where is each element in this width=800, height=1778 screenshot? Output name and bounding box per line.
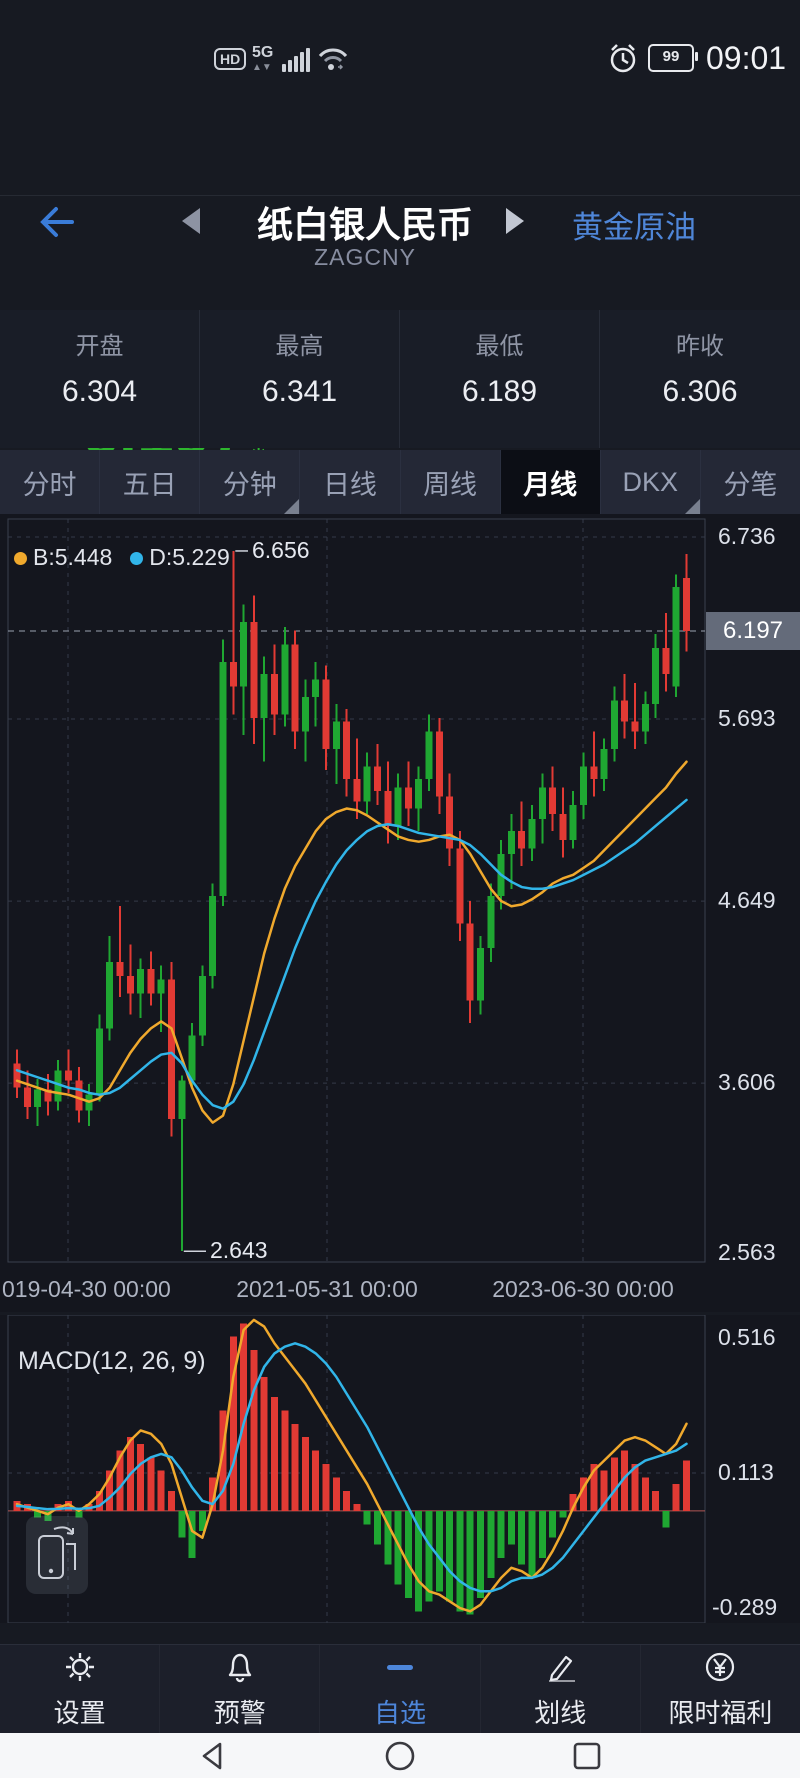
tab-wuri[interactable]: 五日 bbox=[100, 450, 200, 514]
tab-fenzhong[interactable]: 分钟 bbox=[200, 450, 300, 514]
settings-button[interactable]: 设置 bbox=[0, 1645, 160, 1734]
watchlist-button[interactable]: 自选 bbox=[320, 1645, 480, 1734]
gear-icon bbox=[62, 1649, 98, 1685]
app-root: HD 5G ▲▼ 99 09:01 纸白银人民币 黄金原油 ZAGCNY bbox=[0, 0, 800, 1778]
status-time: 09:01 bbox=[706, 40, 786, 77]
network-type-label: 5G bbox=[252, 44, 273, 62]
x-axis-date: 2023-06-30 00:00 bbox=[488, 1276, 678, 1303]
android-back-button[interactable] bbox=[196, 1739, 230, 1773]
android-nav-bar bbox=[0, 1733, 800, 1778]
android-recents-button[interactable] bbox=[570, 1739, 604, 1773]
promo-button[interactable]: 限时福利 bbox=[641, 1645, 800, 1734]
macd-y-label: 0.516 bbox=[718, 1324, 776, 1351]
current-price-tag: 6.197 bbox=[706, 612, 800, 650]
ma-legend: B:5.448 D:5.229 bbox=[14, 544, 230, 571]
bell-icon bbox=[222, 1649, 258, 1685]
y-axis-label: 3.606 bbox=[718, 1069, 776, 1096]
battery-icon: 99 bbox=[648, 44, 694, 72]
price-block: 6.197↓ -0.109 -1.73% 09:01:08 bbox=[0, 196, 800, 310]
stat-high: 最高6.341 bbox=[200, 310, 400, 448]
tab-fenbi[interactable]: 分笔 bbox=[701, 450, 800, 514]
d-line-value: D:5.229 bbox=[149, 544, 230, 570]
low-annotation: 2.643 bbox=[210, 1237, 268, 1264]
tab-zhouxian[interactable]: 周线 bbox=[401, 450, 501, 514]
stat-open: 开盘6.304 bbox=[0, 310, 200, 448]
stat-prev-close: 昨收6.306 bbox=[600, 310, 800, 448]
y-axis-label: 4.649 bbox=[718, 887, 776, 914]
b-line-value: B:5.448 bbox=[33, 544, 112, 570]
macd-panel[interactable]: MACD(12, 26, 9) 0.516 0.113 -0.289 bbox=[0, 1315, 800, 1623]
macd-y-label: 0.113 bbox=[718, 1459, 774, 1486]
high-annotation: 6.656 bbox=[252, 537, 310, 564]
alert-button[interactable]: 预警 bbox=[160, 1645, 320, 1734]
hd-icon: HD bbox=[214, 48, 246, 70]
macd-params-label: MACD(12, 26, 9) bbox=[18, 1347, 206, 1376]
alarm-clock-icon bbox=[608, 42, 638, 74]
rotate-phone-icon bbox=[26, 1516, 88, 1594]
tab-yuexian[interactable]: 月线 bbox=[501, 450, 601, 514]
candlestick-chart[interactable]: B:5.448 D:5.229 6.656 2.643 6.736 6.197 … bbox=[0, 514, 800, 1312]
status-bar: HD 5G ▲▼ 99 09:01 bbox=[0, 0, 800, 90]
yuan-circle-icon bbox=[702, 1649, 738, 1685]
tab-rixian[interactable]: 日线 bbox=[300, 450, 400, 514]
x-axis-date: 2021-05-31 00:00 bbox=[232, 1276, 422, 1303]
minus-line-icon bbox=[382, 1649, 418, 1685]
ohlc-stats-row: 开盘6.304 最高6.341 最低6.189 昨收6.306 bbox=[0, 310, 800, 448]
bottom-toolbar: 设置 预警 自选 划线 限时福利 bbox=[0, 1644, 800, 1734]
x-axis-date: 019-04-30 00:00 bbox=[2, 1276, 171, 1303]
tab-fenshi[interactable]: 分时 bbox=[0, 450, 100, 514]
draw-line-button[interactable]: 划线 bbox=[481, 1645, 641, 1734]
y-axis-label: 6.736 bbox=[718, 523, 776, 550]
stat-low: 最低6.189 bbox=[400, 310, 600, 448]
tab-dkx[interactable]: DKX bbox=[601, 450, 701, 514]
rotate-landscape-button[interactable] bbox=[26, 1516, 88, 1594]
nav-bar: 纸白银人民币 黄金原油 ZAGCNY bbox=[0, 90, 800, 196]
wifi-icon bbox=[316, 44, 350, 74]
y-axis-label: 5.693 bbox=[718, 705, 776, 732]
pen-icon bbox=[542, 1649, 578, 1685]
d-line-dot-icon bbox=[130, 552, 143, 565]
android-home-button[interactable] bbox=[383, 1739, 417, 1773]
period-tab-bar: 分时 五日 分钟 日线 周线 月线 DKX 分笔 bbox=[0, 450, 800, 514]
macd-y-label: -0.289 bbox=[712, 1594, 777, 1621]
signal-bars-icon: ▲▼ bbox=[252, 62, 272, 73]
y-axis-label: 2.563 bbox=[718, 1239, 776, 1266]
signal-strength-icon bbox=[282, 46, 310, 72]
b-line-dot-icon bbox=[14, 552, 27, 565]
